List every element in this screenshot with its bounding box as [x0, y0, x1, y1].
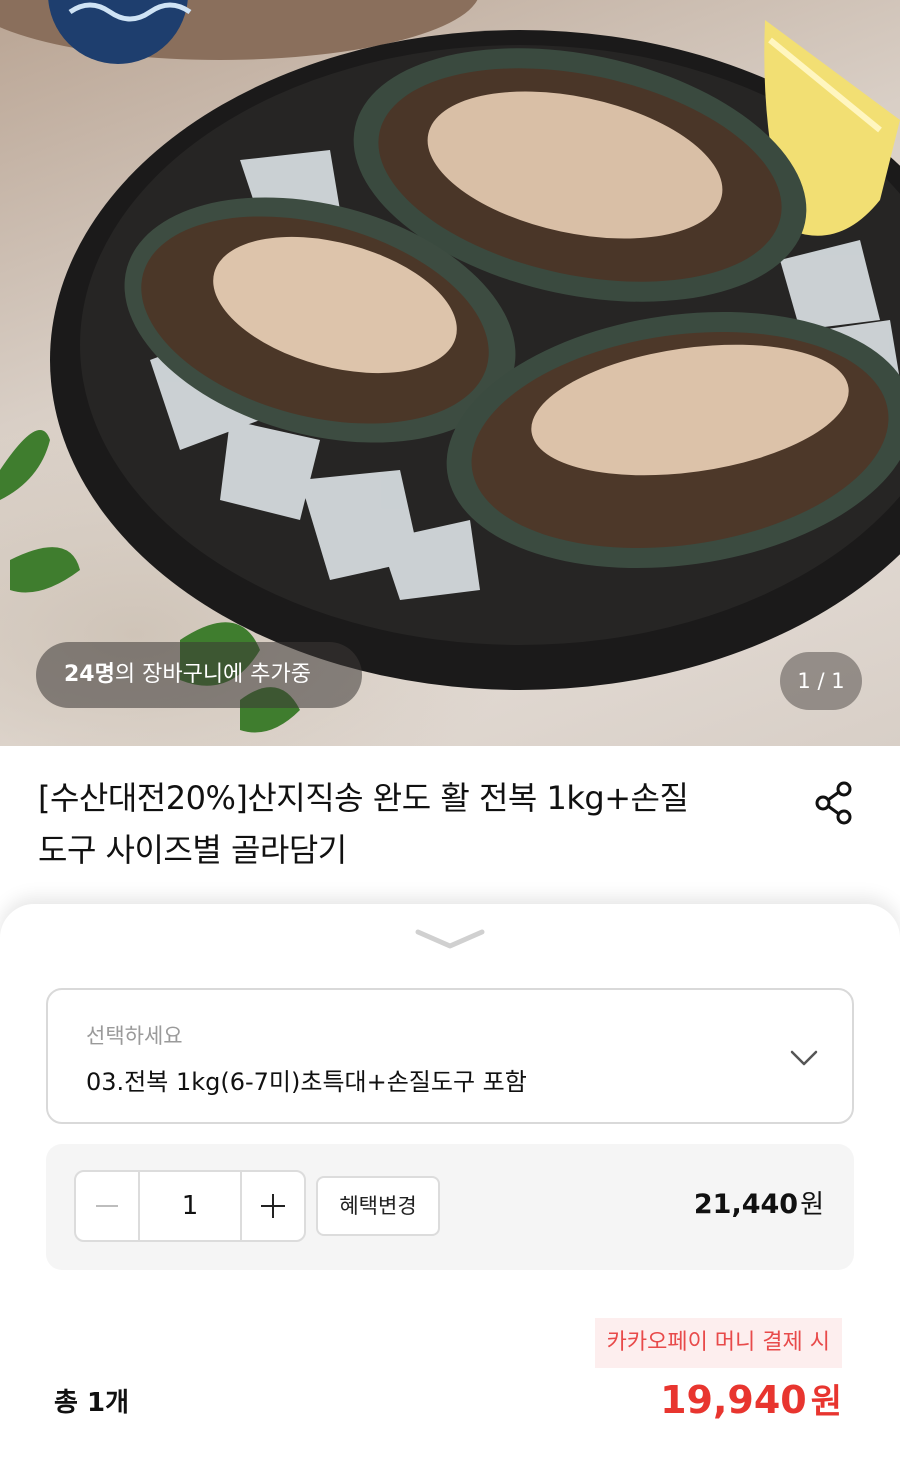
option-bottom-sheet: 선택하세요 03.전복 1kg(6-7미)초특대+손질도구 포함 1 혜택변경 … [0, 904, 900, 1458]
quantity-value[interactable]: 1 [138, 1172, 242, 1240]
option-select-value: 03.전복 1kg(6-7미)초특대+손질도구 포함 [86, 1068, 527, 1096]
total-price: 19,940 원 [660, 1374, 842, 1423]
share-button[interactable] [812, 780, 858, 826]
total-price-value: 19,940 [660, 1378, 807, 1422]
chevron-down-icon [790, 1050, 818, 1066]
share-icon [815, 781, 852, 825]
selected-option-row: 1 혜택변경 21,440원 [46, 1144, 854, 1270]
product-title: [수산대전20%]산지직송 완도 활 전복 1kg+손질 도구 사이즈별 골라담… [38, 772, 778, 876]
total-price-currency: 원 [810, 1382, 842, 1422]
abalone-photo [0, 0, 900, 733]
quantity-stepper: 1 [74, 1170, 306, 1242]
minus-icon [96, 1205, 118, 1207]
image-page-indicator: 1 / 1 [780, 652, 862, 710]
total-quantity: 총 1개 [54, 1388, 129, 1418]
cart-popularity-badge: 24명의 장바구니에 추가중 [36, 642, 362, 708]
line-price-currency: 원 [800, 1190, 824, 1220]
plus-icon [261, 1194, 285, 1218]
option-line-price: 21,440원 [694, 1184, 824, 1221]
decrease-quantity-button[interactable] [76, 1172, 138, 1240]
kakaopay-discount-note: 카카오페이 머니 결제 시 [594, 1318, 842, 1368]
change-benefit-button[interactable]: 혜택변경 [316, 1176, 440, 1236]
cart-count: 24명 [64, 662, 115, 687]
sheet-collapse-handle[interactable] [414, 926, 486, 952]
product-title-line2: 도구 사이즈별 골라담기 [38, 831, 347, 869]
product-image[interactable]: 24명의 장바구니에 추가중 1 / 1 [0, 0, 900, 746]
cart-count-text: 의 장바구니에 추가중 [114, 662, 312, 687]
chevron-down-icon [415, 929, 485, 949]
option-select-placeholder: 선택하세요 [86, 1024, 183, 1048]
line-price-value: 21,440 [693, 1189, 799, 1220]
option-select[interactable]: 선택하세요 03.전복 1kg(6-7미)초특대+손질도구 포함 [46, 988, 854, 1124]
increase-quantity-button[interactable] [242, 1172, 304, 1240]
product-title-line1: [수산대전20%]산지직송 완도 활 전복 1kg+손질 [38, 779, 689, 817]
